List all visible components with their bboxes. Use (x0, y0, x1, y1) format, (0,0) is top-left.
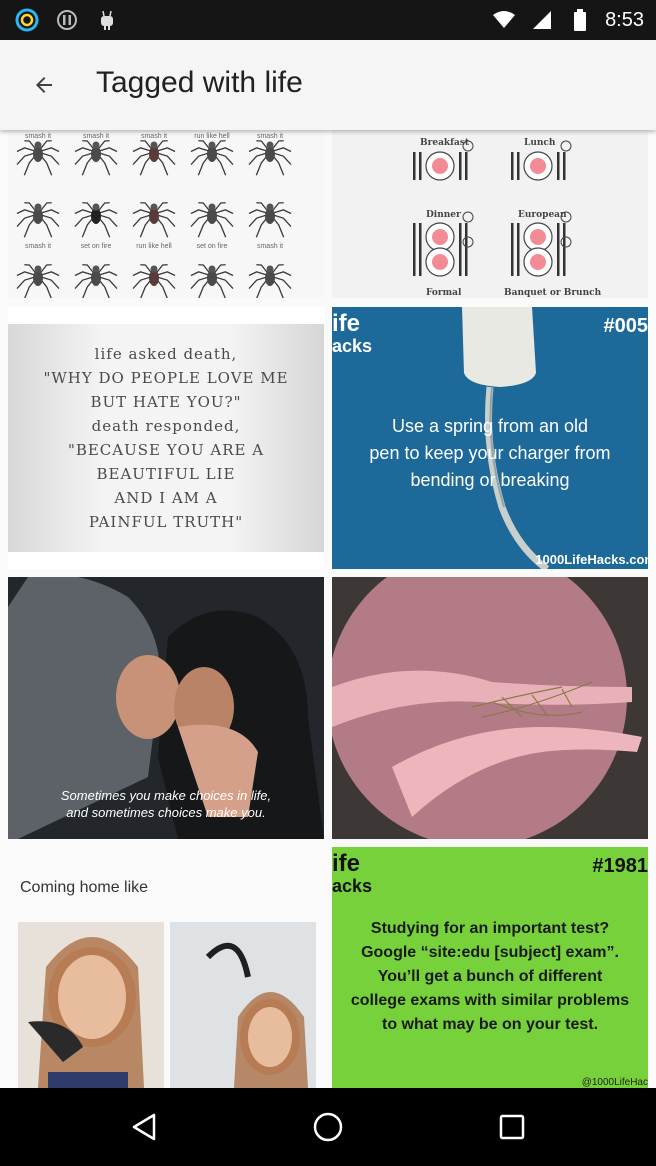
brand-line: ife (332, 850, 361, 877)
spider-icon (248, 202, 292, 238)
spider-label: smash it (141, 133, 167, 140)
quote-line: PAINFUL TRUTH" (88, 513, 244, 531)
hack-text: Studying for an important test? Google “… (332, 917, 648, 1037)
recents-square-icon (499, 1114, 525, 1140)
nav-recents-button[interactable] (472, 1102, 552, 1152)
spiders-image: smash it smash it smash it run like hell sma… (16, 133, 292, 298)
spider-label: smash it (25, 133, 51, 140)
arms-image (332, 577, 648, 839)
circle-app-icon (14, 8, 40, 32)
navigation-bar (0, 1088, 656, 1166)
brand-line: acks (332, 336, 373, 356)
image-tile-quote[interactable]: life asked death, "WHY DO PEOPLE LOVE ME… (8, 307, 324, 569)
hack-text-line: You’ll get a bunch of different (377, 968, 603, 985)
brand-line: acks (332, 876, 373, 896)
status-bar: 8:53 (0, 0, 656, 40)
hack-text-line: Google “site:edu [subject] exam”. (361, 944, 619, 961)
image-tile-spiders[interactable]: smash it smash it smash it run like hell sma… (8, 130, 324, 298)
label-dinner: Dinner (426, 210, 461, 220)
arrow-back-icon (36, 77, 52, 93)
spider-label: smash it (257, 243, 283, 250)
android-icon (94, 8, 120, 32)
hack-text-line: college exams with similar problems (350, 992, 630, 1009)
quote-line: "BECAUSE YOU ARE A (67, 441, 265, 459)
label-breakfast: Breakfast (420, 138, 470, 148)
spider-icon (74, 140, 118, 176)
quote-line: BUT HATE YOU?" (90, 393, 242, 411)
image-tile-coming-home[interactable]: Coming home like (8, 847, 324, 1088)
image-tile-study-hack[interactable]: ife acks #1981 Studying for an important… (332, 847, 648, 1088)
hack-text: Use a spring from an old pen to keep you… (332, 413, 648, 494)
signal-icon (529, 8, 555, 32)
image-tile-couple[interactable]: Sometimes you make choices in life, and … (8, 577, 324, 839)
hack-text-line: to what may be on your test. (381, 1016, 599, 1033)
page-title: Tagged with life (96, 66, 303, 99)
nav-back-button[interactable] (104, 1102, 184, 1152)
home-circle-icon (313, 1112, 343, 1142)
hack-text-line: pen to keep your charger from (369, 443, 611, 463)
spider-label: smash it (83, 133, 109, 140)
quote-card: life asked death, "WHY DO PEOPLE LOVE ME… (8, 324, 324, 552)
lifehacks-brand: ife acks (332, 310, 373, 357)
label-european: European (518, 210, 567, 220)
spider-icon (248, 140, 292, 176)
label-banquet: Banquet or Brunch (504, 288, 602, 298)
hack-text-line: bending or breaking (410, 470, 570, 490)
back-button[interactable] (16, 61, 72, 109)
couple-caption: Sometimes you make choices in life, and … (8, 787, 324, 821)
quote-line: life asked death, (94, 345, 238, 363)
spider-icon (16, 140, 60, 176)
spider-icon (74, 202, 118, 238)
hack-text-line: Use a spring from an old (391, 416, 589, 436)
wifi-icon (491, 8, 517, 32)
quote-text: life asked death, "WHY DO PEOPLE LOVE ME… (8, 342, 324, 534)
watermark: 1000LifeHacks.com (535, 552, 648, 567)
label-formal: Formal (426, 288, 462, 298)
status-time: 8:53 (605, 8, 644, 31)
back-triangle-icon (132, 1113, 156, 1141)
brand-line: ife (332, 310, 361, 337)
spider-icon (132, 264, 176, 298)
lifehacks-brand: ife acks (332, 850, 373, 897)
app-bar: Tagged with life (0, 40, 656, 130)
spider-label: set on fire (197, 243, 228, 250)
spider-icon (16, 264, 60, 298)
spider-icon (132, 140, 176, 176)
download-icon (54, 8, 80, 32)
hack-number: #005 (603, 315, 649, 337)
coming-home-image (18, 922, 316, 1088)
image-tile-table-settings[interactable]: Breakfast Lunch Dinner European Formal B… (332, 130, 648, 298)
hack-text-line: Studying for an important test? (370, 920, 610, 937)
spider-label: smash it (257, 133, 283, 140)
quote-line: death responded, (91, 417, 241, 435)
image-grid: smash it smash it smash it run like hell sma… (0, 130, 656, 1088)
hack-number: #1981 (592, 855, 648, 877)
quote-line: BEAUTIFUL LIE (96, 465, 236, 483)
spider-label: set on fire (81, 243, 112, 250)
caption-line: Sometimes you make choices in life, (60, 788, 272, 803)
spider-label: run like hell (194, 133, 230, 140)
spider-icon (132, 202, 176, 238)
image-tile-charger-hack[interactable]: ife acks #005 Use a spring from an old p… (332, 307, 648, 569)
quote-line: "WHY DO PEOPLE LOVE ME (43, 369, 289, 387)
spider-icon (190, 264, 234, 298)
spider-label: smash it (25, 243, 51, 250)
spider-icon (74, 264, 118, 298)
spider-icon (190, 140, 234, 176)
quote-line: AND I AM A (114, 489, 218, 507)
caption-line: and sometimes choices make you. (66, 805, 266, 820)
spider-icon (248, 264, 292, 298)
spider-icon (16, 202, 60, 238)
table-settings-image (413, 140, 572, 277)
label-lunch: Lunch (524, 138, 556, 148)
image-tile-arms[interactable] (332, 577, 648, 839)
spider-label: run like hell (136, 243, 172, 250)
battery-icon (567, 8, 593, 32)
spider-icon (190, 202, 234, 238)
watermark: @1000LifeHac (581, 1077, 648, 1088)
nav-home-button[interactable] (288, 1102, 368, 1152)
